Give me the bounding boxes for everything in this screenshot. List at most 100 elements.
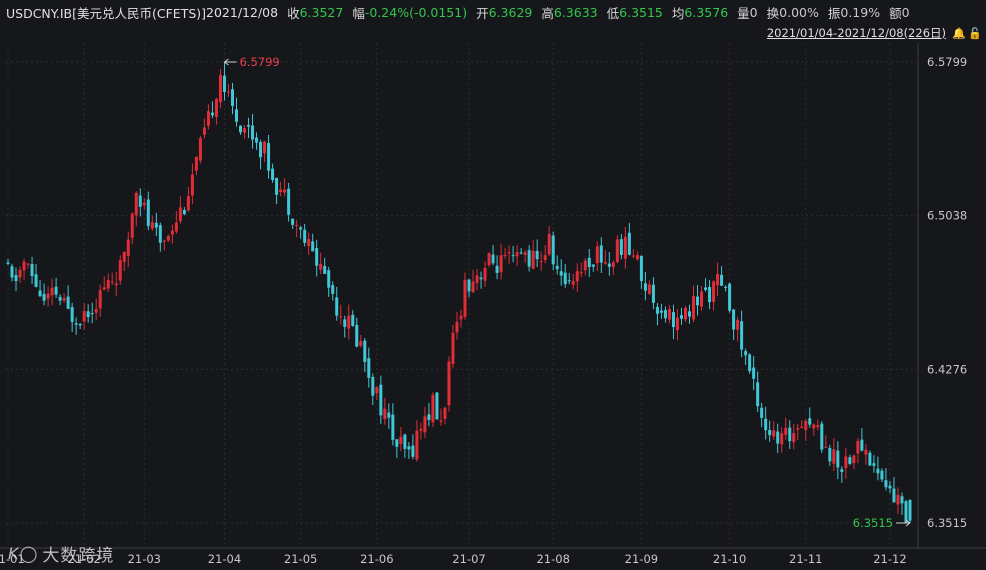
candle-body: [202, 127, 206, 135]
candle-body: [399, 436, 403, 444]
x-tick-label: 21-05: [284, 552, 317, 566]
x-tick-label: 21-08: [536, 552, 569, 566]
candle-body: [18, 269, 22, 278]
candle-body: [635, 255, 639, 260]
candle-body: [271, 168, 275, 181]
symbol-name[interactable]: USDCNY.IB[美元兑人民币(CFETS)]: [6, 3, 206, 22]
candle-body: [527, 250, 531, 267]
candle-body: [884, 480, 888, 488]
candle-body: [431, 394, 435, 423]
candle-body: [194, 156, 198, 171]
candle-body: [679, 315, 683, 319]
candle-body: [712, 281, 716, 302]
candle-body: [643, 283, 647, 291]
date-range-bar: 2021/01/04-2021/12/08(226日) 🔔 🔓: [767, 24, 982, 42]
volume-value: 0: [749, 4, 758, 20]
candle-body: [150, 221, 154, 229]
candle-body: [439, 420, 443, 422]
candle-body: [760, 407, 764, 418]
candle-body: [551, 235, 555, 265]
candle-body: [174, 222, 178, 232]
candle-body: [599, 245, 603, 263]
candle-body: [251, 125, 255, 140]
amount-value: 0: [901, 4, 910, 20]
candle-body: [700, 291, 704, 307]
candle-body: [94, 308, 98, 313]
candle-body: [820, 423, 824, 450]
candle-body: [90, 313, 94, 315]
candle-body: [519, 252, 523, 254]
candle-body: [796, 428, 800, 430]
candle-body: [291, 218, 295, 225]
candle-body: [263, 141, 267, 154]
candle-body: [138, 195, 142, 207]
y-tick-label: 6.4276: [927, 362, 967, 376]
y-tick-label: 6.3515: [927, 516, 967, 530]
candle-body: [507, 252, 511, 254]
watermark-text: 大数跨境: [42, 545, 115, 566]
candle-body: [335, 297, 339, 316]
candle-body: [896, 494, 900, 505]
lock-icon[interactable]: 🔓: [968, 27, 982, 40]
x-tick-label: 21-06: [360, 552, 393, 566]
candle-body: [26, 263, 30, 265]
candle-body: [307, 238, 311, 247]
candle-body: [134, 192, 138, 216]
candle-body: [42, 293, 46, 301]
avg-label: 均: [671, 5, 685, 21]
candle-body: [559, 271, 563, 276]
candle-body: [50, 287, 54, 296]
candle-body: [182, 210, 186, 215]
candle-body: [347, 315, 351, 329]
candle-body: [515, 252, 519, 257]
candle-body: [162, 240, 166, 242]
max-price-label: 6.5799: [239, 55, 279, 69]
candle-body: [178, 207, 182, 222]
candle-body: [146, 199, 150, 227]
candle-body: [776, 431, 780, 444]
candle-body: [692, 296, 696, 320]
candle-body: [471, 281, 475, 293]
candle-body: [359, 341, 363, 346]
candle-body: [840, 469, 844, 473]
candle-body: [106, 280, 110, 289]
candle-body: [419, 428, 423, 431]
candle-body: [443, 407, 447, 419]
candle-body: [447, 361, 451, 406]
x-tick-label: 21-10: [713, 552, 746, 566]
quote-info-bar: USDCNY.IB[美元兑人民币(CFETS)] 2021/12/08 收 6.…: [0, 0, 986, 24]
candle-body: [319, 264, 323, 270]
candle-body: [463, 279, 467, 318]
date-range-link[interactable]: 2021/01/04-2021/12/08(226日): [767, 25, 946, 41]
candle-body: [824, 446, 828, 448]
avg-value: 6.3576: [684, 4, 729, 20]
candle-body: [627, 232, 631, 255]
candle-body: [315, 248, 319, 266]
candlestick-chart[interactable]: 6.57996.50386.42766.351521-0121-0221-032…: [0, 0, 986, 570]
candle-body: [587, 257, 591, 268]
candle-body: [563, 272, 567, 285]
candle-body: [555, 265, 559, 270]
candle-body: [130, 213, 134, 238]
candle-body: [403, 434, 407, 449]
candle-body: [142, 202, 146, 206]
change-value: -0.24%(-0.0151): [364, 4, 468, 20]
candle-body: [888, 485, 892, 489]
candle-body: [226, 91, 230, 93]
min-price-label: 6.3515: [853, 516, 893, 530]
candle-body: [876, 468, 880, 474]
candle-body: [764, 418, 768, 431]
bell-icon[interactable]: 🔔: [952, 27, 966, 40]
turnover-value: 0.00%: [779, 4, 819, 20]
candle-body: [58, 296, 62, 301]
candle-body: [619, 239, 623, 255]
candle-body: [567, 280, 571, 282]
candle-body: [752, 367, 756, 379]
candle-body: [407, 446, 411, 450]
candle-body: [343, 319, 347, 327]
candle-body: [728, 283, 732, 311]
low-label: 低: [606, 5, 620, 21]
candle-body: [748, 354, 752, 372]
candle-body: [451, 332, 455, 364]
candle-body: [539, 261, 543, 263]
